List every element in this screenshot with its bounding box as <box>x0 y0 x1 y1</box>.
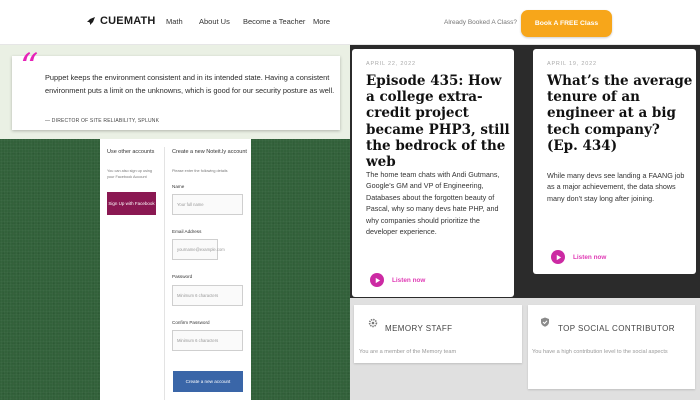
facebook-note: You can also sign up using your Facebook… <box>107 169 153 179</box>
create-account-button[interactable]: Create a new account <box>173 371 243 392</box>
cuemath-logo[interactable]: CUEMATH <box>86 15 156 27</box>
testimonial-text: Puppet keeps the environment consistent … <box>45 73 335 95</box>
confirm-password-input[interactable]: Minimum 6 characters <box>172 330 243 351</box>
episode-card[interactable]: APRIL 19, 2022 What’s the average tenure… <box>533 49 696 274</box>
listen-now-label: Listen now <box>392 276 426 284</box>
rocket-icon <box>87 17 95 25</box>
nav-link-about-us[interactable]: About Us <box>199 17 230 26</box>
badge-title: MEMORY STAFF <box>385 324 453 333</box>
badge-description: You are a member of the Memory team <box>359 349 457 355</box>
episode-date: APRIL 22, 2022 <box>366 61 416 67</box>
password-input[interactable]: Minimum 6 characters <box>172 285 243 306</box>
badge-card-memory-staff: MEMORY STAFF You are a member of the Mem… <box>354 305 522 363</box>
episode-date: APRIL 19, 2022 <box>547 61 597 67</box>
confirm-password-label: Confirm Password <box>172 320 210 325</box>
page: CUEMATH Math About Us Become a Teacher M… <box>0 0 700 400</box>
other-accounts-title: Use other accounts <box>107 149 155 155</box>
details-note: Please enter the following details <box>172 169 228 173</box>
email-label: Email Address <box>172 229 202 234</box>
gear-icon <box>368 318 378 328</box>
episode-card[interactable]: APRIL 22, 2022 Episode 435: How a colleg… <box>352 49 514 297</box>
top-navigation: CUEMATH Math About Us Become a Teacher M… <box>0 0 700 45</box>
name-input[interactable]: Your full name <box>172 194 243 215</box>
quote-mark-icon: “ <box>20 47 39 88</box>
play-icon <box>551 250 565 264</box>
nav-link-more[interactable]: More <box>313 17 330 26</box>
listen-now-button[interactable]: Listen now <box>551 250 606 264</box>
password-label: Password <box>172 274 193 279</box>
nav-link-math[interactable]: Math <box>166 17 183 26</box>
book-free-class-button[interactable]: Book A FREE Class <box>521 10 612 37</box>
listen-now-label: Listen now <box>573 253 607 261</box>
column-divider <box>164 147 165 400</box>
testimonial-attribution: — DIRECTOR OF SITE RELIABILITY, SPLUNK <box>45 118 160 124</box>
listen-now-button[interactable]: Listen now <box>370 273 425 287</box>
create-account-title: Create a new Noteit.ly account <box>172 149 247 155</box>
name-label: Name <box>172 184 185 189</box>
episode-title[interactable]: What’s the average tenure of an engineer… <box>547 73 695 154</box>
testimonial-card: “ Puppet keeps the environment consisten… <box>12 50 340 130</box>
shield-icon <box>541 317 549 327</box>
badge-card-top-social-contributor: TOP SOCIAL CONTRIBUTOR You have a high c… <box>528 305 695 389</box>
logo-text: CUEMATH <box>100 15 156 27</box>
episode-description: The home team chats with Andi Gutmans, G… <box>366 170 500 237</box>
play-icon <box>370 273 384 287</box>
signup-form: Use other accounts You can also sign up … <box>100 139 251 400</box>
badge-title: TOP SOCIAL CONTRIBUTOR <box>558 324 675 333</box>
badge-description: You have a high contribution level to th… <box>532 349 668 355</box>
email-input[interactable]: yourname@example.com <box>172 239 225 260</box>
facebook-signup-button[interactable]: Sign Up with Facebook <box>107 192 156 215</box>
episode-description: While many devs see landing a FAANG job … <box>547 171 685 203</box>
episode-title[interactable]: Episode 435: How a college extra-credit … <box>366 73 512 170</box>
nav-link-become-teacher[interactable]: Become a Teacher <box>243 17 305 26</box>
already-booked-link[interactable]: Already Booked A Class? <box>444 19 517 26</box>
